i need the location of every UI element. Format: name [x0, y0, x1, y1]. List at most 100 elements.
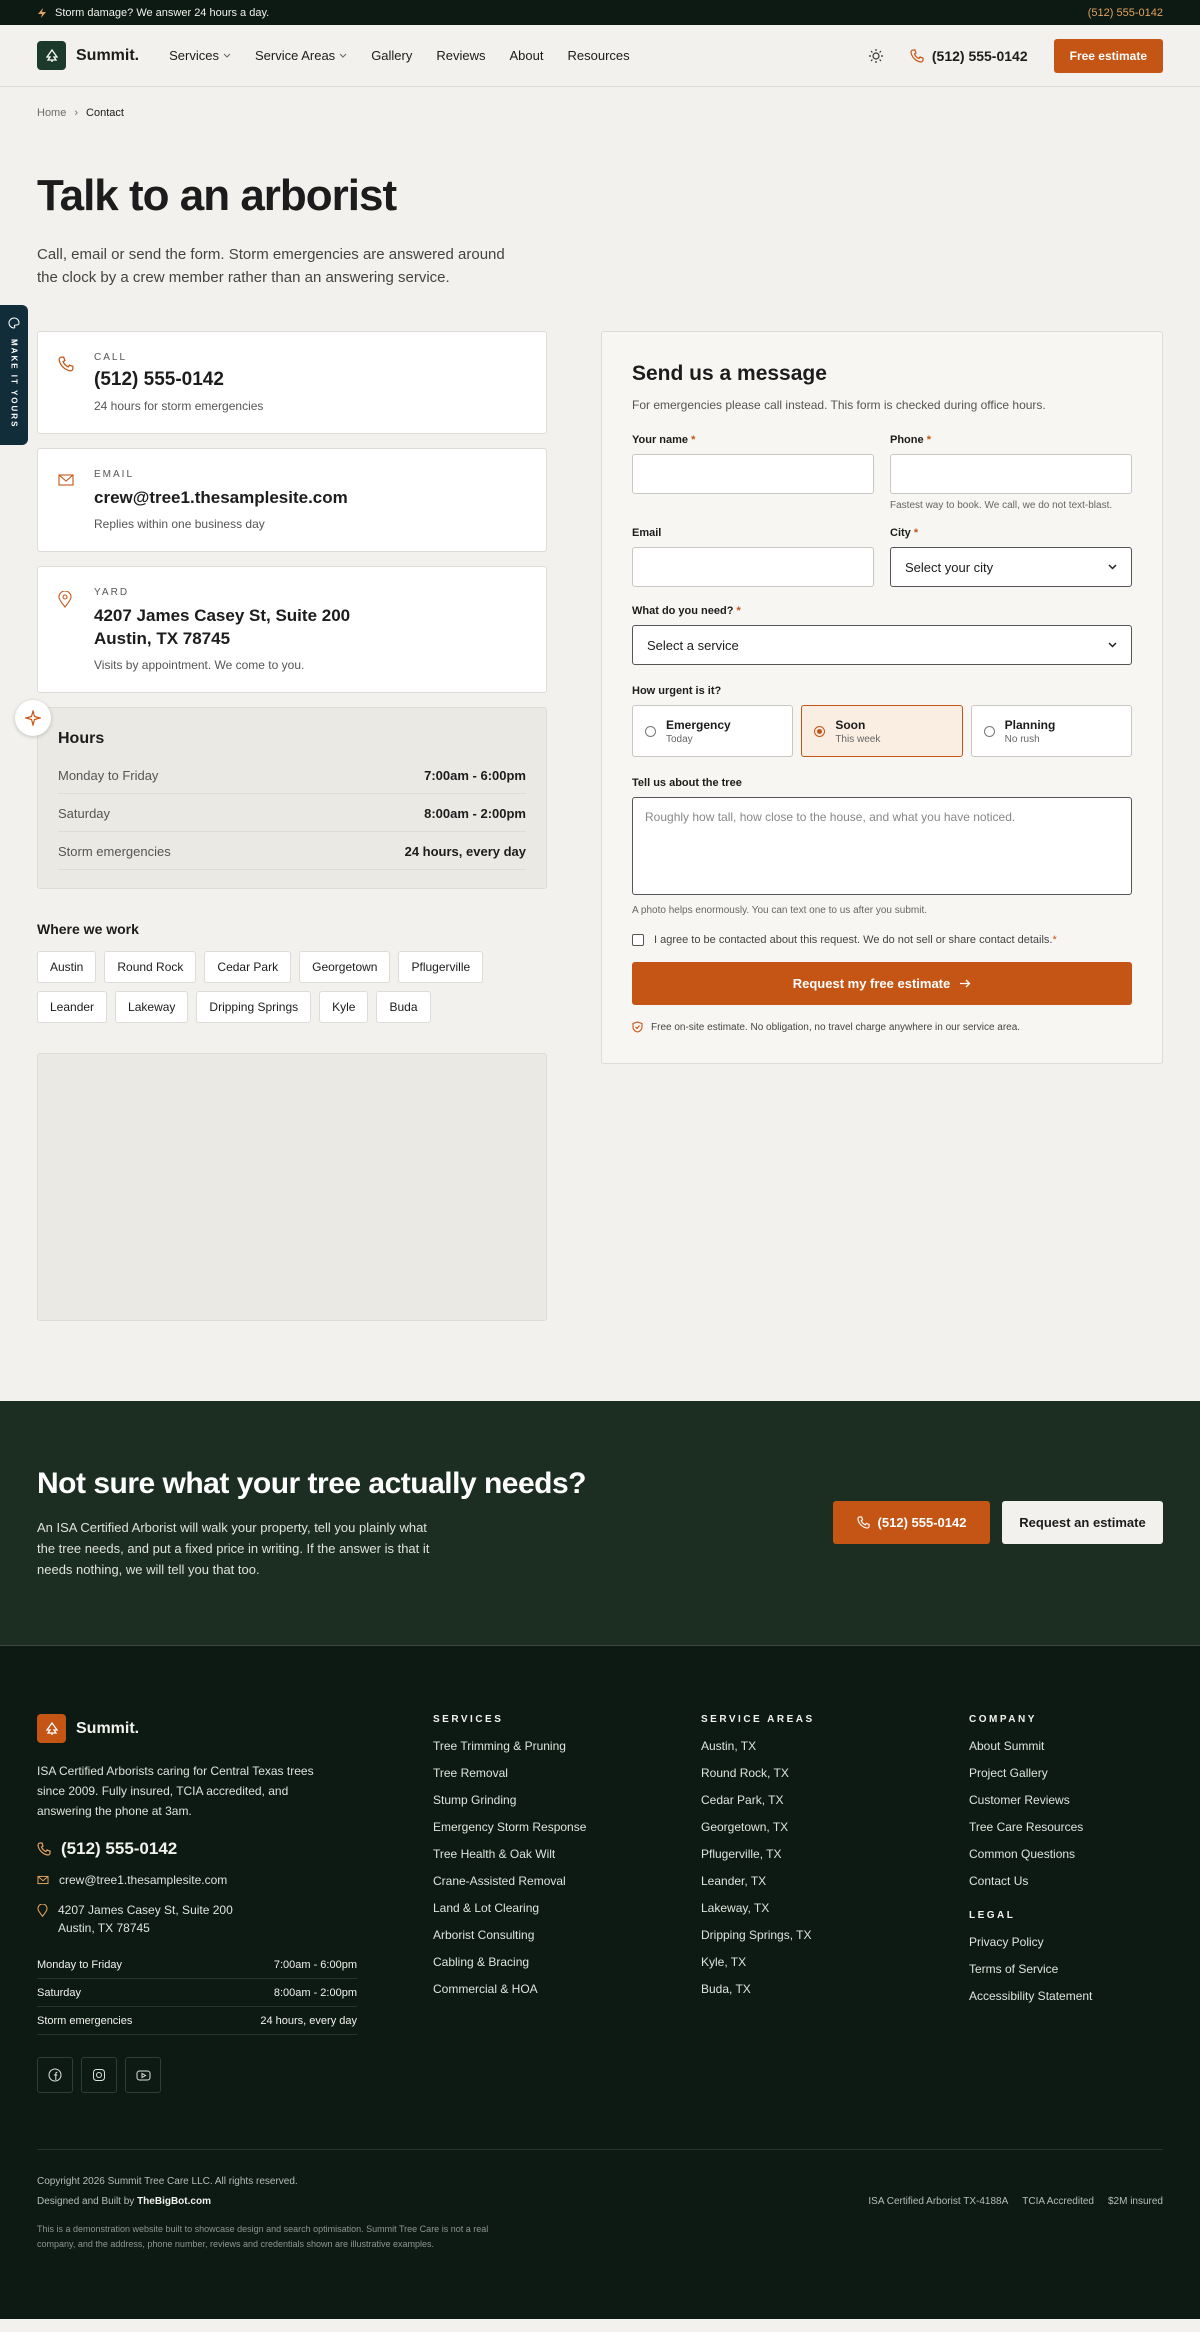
footer-link[interactable]: Cabling & Bracing — [433, 1955, 701, 1969]
city-chip[interactable]: Lakeway — [115, 991, 189, 1023]
sparkle-icon[interactable] — [15, 700, 51, 736]
built-by-link[interactable]: TheBigBot.com — [137, 2196, 211, 2207]
city-chips: Austin Round Rock Cedar Park Georgetown … — [37, 951, 547, 1023]
map-embed[interactable] — [37, 1053, 547, 1321]
call-number[interactable]: (512) 555-0142 — [94, 369, 263, 391]
tree-description-textarea[interactable]: Roughly how tall, how close to the house… — [632, 797, 1132, 895]
footer-link[interactable]: Georgetown, TX — [701, 1820, 969, 1834]
footer-link[interactable]: About Summit — [969, 1739, 1092, 1753]
nav-item-about[interactable]: About — [510, 48, 544, 63]
make-it-yours-tab[interactable]: MAKE IT YOURS — [0, 305, 28, 445]
cta-phone-button[interactable]: (512) 555-0142 — [833, 1501, 990, 1544]
footer-logo[interactable]: Summit. — [37, 1714, 357, 1743]
footer-link[interactable]: Common Questions — [969, 1847, 1092, 1861]
footer-link[interactable]: Pflugerville, TX — [701, 1847, 969, 1861]
footer-link[interactable]: Leander, TX — [701, 1874, 969, 1888]
footer-link[interactable]: Commercial & HOA — [433, 1982, 701, 1996]
footer-link[interactable]: Project Gallery — [969, 1766, 1092, 1780]
city-select[interactable]: Select your city — [890, 547, 1132, 587]
radio-button[interactable] — [645, 725, 656, 737]
page-subtitle: Call, email or send the form. Storm emer… — [37, 246, 505, 286]
email-card[interactable]: EMAIL crew@tree1.thesamplesite.com Repli… — [37, 448, 547, 552]
urgency-label: How urgent is it? — [632, 685, 722, 697]
email-note: Replies within one business day — [94, 517, 265, 531]
facebook-icon[interactable] — [37, 2057, 73, 2093]
city-chip[interactable]: Leander — [37, 991, 108, 1023]
service-select[interactable]: Select a service — [632, 625, 1132, 665]
call-card[interactable]: CALL (512) 555-0142 24 hours for storm e… — [37, 331, 547, 434]
radio-button-selected[interactable] — [814, 725, 826, 737]
hours-day: Storm emergencies — [58, 844, 171, 859]
urgency-option-planning[interactable]: Planning No rush — [970, 705, 1132, 757]
phone-input[interactable] — [890, 454, 1132, 494]
email-input[interactable] — [632, 547, 874, 587]
footer-link[interactable]: Round Rock, TX — [701, 1766, 969, 1780]
footer-link[interactable]: Austin, TX — [701, 1739, 969, 1753]
credential-badge: $2M insured — [1107, 2196, 1163, 2207]
nav-phone-link[interactable]: (512) 555-0142 — [910, 48, 1028, 64]
footer-phone-link[interactable]: (512) 555-0142 — [37, 1839, 357, 1859]
chevron-right-icon: › — [74, 107, 79, 119]
footer-link[interactable]: Tree Health & Oak Wilt — [433, 1847, 701, 1861]
footer-column-title: SERVICES — [433, 1714, 504, 1725]
radio-button[interactable] — [983, 725, 995, 737]
email-address[interactable]: crew@tree1.thesamplesite.com — [94, 486, 348, 509]
nav-item-services[interactable]: Services — [169, 48, 231, 63]
footer-link[interactable]: Buda, TX — [701, 1982, 969, 1996]
city-chip[interactable]: Buda — [376, 991, 431, 1023]
yard-address-line1: 4207 James Casey St, Suite 200 — [94, 606, 351, 625]
request-estimate-button[interactable]: Request an estimate — [1002, 1501, 1163, 1544]
footer-link[interactable]: Emergency Storm Response — [433, 1820, 701, 1834]
footer-link[interactable]: Land & Lot Clearing — [433, 1901, 701, 1915]
footer-link[interactable]: Crane-Assisted Removal — [433, 1874, 701, 1888]
cta-section: Not sure what your tree actually needs? … — [0, 1401, 1200, 1645]
city-chip[interactable]: Austin — [37, 951, 97, 983]
city-chip[interactable]: Dripping Springs — [196, 991, 312, 1023]
page-title: Talk to an arborist — [37, 171, 397, 220]
footer-link[interactable]: Stump Grinding — [433, 1793, 701, 1807]
hero-section: Talk to an arborist Call, email or send … — [0, 119, 1200, 289]
city-chip[interactable]: Pflugerville — [398, 951, 484, 983]
footer-link[interactable]: Customer Reviews — [969, 1793, 1092, 1807]
footer-link[interactable]: Contact Us — [969, 1874, 1092, 1888]
youtube-icon[interactable] — [125, 2057, 161, 2093]
theme-toggle-sun-icon[interactable] — [868, 48, 884, 64]
footer-link[interactable]: Accessibility Statement — [969, 1989, 1092, 2003]
guarantee-text: Free on-site estimate. No obligation, no… — [651, 1021, 1021, 1033]
urgency-option-soon[interactable]: Soon This week — [801, 705, 963, 757]
footer-link[interactable]: Kyle, TX — [701, 1955, 969, 1969]
instagram-icon[interactable] — [81, 2057, 117, 2093]
nav-item-reviews[interactable]: Reviews — [436, 48, 485, 63]
topbar-phone-link[interactable]: (512) 555-0142 — [1088, 7, 1163, 19]
nav-item-service-areas[interactable]: Service Areas — [255, 48, 347, 63]
footer-link[interactable]: Tree Trimming & Pruning — [433, 1739, 701, 1753]
submit-estimate-button[interactable]: Request my free estimate — [632, 962, 1132, 1005]
city-chip[interactable]: Round Rock — [104, 951, 197, 983]
where-we-work: Where we work Austin Round Rock Cedar Pa… — [37, 921, 547, 1023]
brand-logo[interactable]: Summit. — [37, 41, 139, 70]
footer-link[interactable]: Arborist Consulting — [433, 1928, 701, 1942]
footer-link[interactable]: Cedar Park, TX — [701, 1793, 969, 1807]
footer-link[interactable]: Dripping Springs, TX — [701, 1928, 969, 1942]
footer-link[interactable]: Terms of Service — [969, 1962, 1092, 1976]
city-chip[interactable]: Kyle — [319, 991, 369, 1023]
nav-item-resources[interactable]: Resources — [567, 48, 629, 63]
footer-link[interactable]: Tree Care Resources — [969, 1820, 1092, 1834]
nav-item-gallery[interactable]: Gallery — [371, 48, 412, 63]
consent-checkbox[interactable] — [632, 934, 644, 946]
footer-email-link[interactable]: crew@tree1.thesamplesite.com — [37, 1871, 357, 1889]
city-chip[interactable]: Georgetown — [299, 951, 391, 983]
footer-link[interactable]: Privacy Policy — [969, 1935, 1092, 1949]
nav-menu: Services Service Areas Gallery Reviews A… — [169, 48, 630, 63]
footer-hours-row: Monday to Friday 7:00am - 6:00pm — [37, 1951, 357, 1979]
city-chip[interactable]: Cedar Park — [204, 951, 292, 983]
free-estimate-button[interactable]: Free estimate — [1053, 38, 1163, 73]
footer-description: ISA Certified Arborists caring for Centr… — [37, 1764, 314, 1818]
footer-link[interactable]: Tree Removal — [433, 1766, 701, 1780]
name-input[interactable] — [632, 454, 874, 494]
breadcrumb-home[interactable]: Home — [37, 107, 66, 119]
footer-link[interactable]: Lakeway, TX — [701, 1901, 969, 1915]
urgency-option-emergency[interactable]: Emergency Today — [632, 705, 794, 757]
footer-column-title: COMPANY — [969, 1714, 1037, 1725]
chevron-down-icon — [223, 53, 231, 58]
